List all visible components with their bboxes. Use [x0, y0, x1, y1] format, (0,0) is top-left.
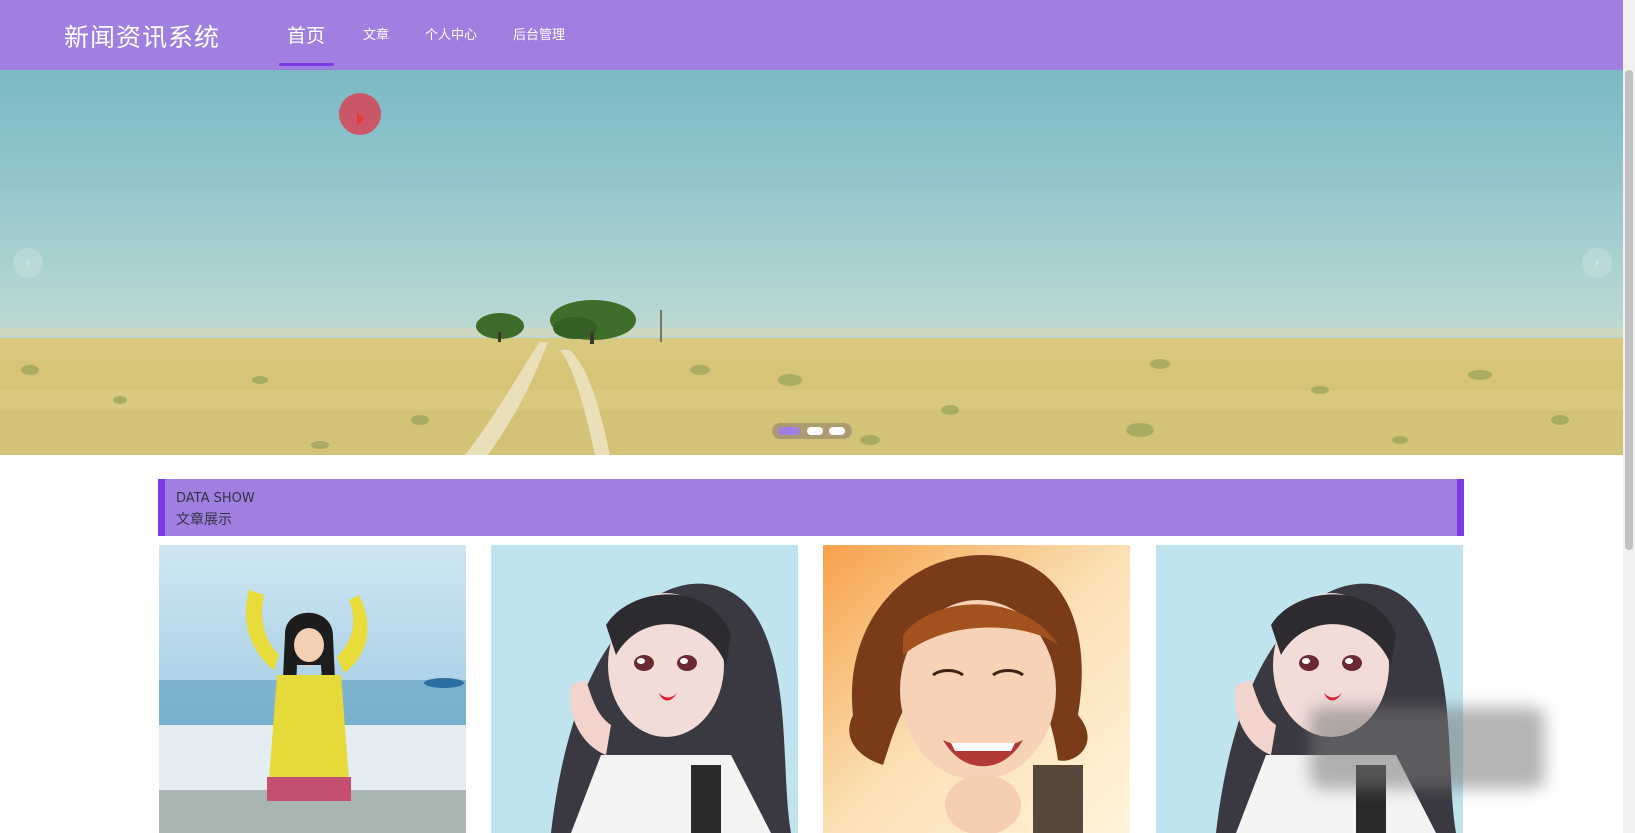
nav-home[interactable]: 首页 [287, 0, 325, 70]
article-image [823, 545, 1130, 833]
carousel-prev-button[interactable]: ‹ [13, 248, 43, 278]
article-card[interactable] [491, 545, 798, 833]
carousel-dot-2[interactable] [807, 427, 823, 435]
article-card[interactable] [1156, 545, 1463, 833]
site-logo[interactable]: 新闻资讯系统 [64, 18, 220, 54]
banner-carousel[interactable]: ‹ › [0, 70, 1625, 455]
carousel-indicator [772, 423, 852, 439]
blurred-watermark [1310, 707, 1545, 789]
article-card[interactable] [159, 545, 466, 833]
carousel-dot-3[interactable] [829, 427, 845, 435]
carousel-dot-1[interactable] [778, 427, 800, 435]
section-title-cn: 文章展示 [176, 512, 232, 528]
article-image [1156, 545, 1463, 833]
nav-user-center[interactable]: 个人中心 [425, 0, 477, 70]
carousel-image [0, 300, 1625, 455]
nav-active-indicator [279, 63, 334, 66]
section-header: DATA SHOW 文章展示 [158, 479, 1464, 536]
article-image [491, 545, 798, 833]
scrollbar-thumb[interactable] [1625, 70, 1633, 550]
carousel-next-button[interactable]: › [1582, 248, 1612, 278]
top-navbar: 新闻资讯系统 首页 文章 个人中心 后台管理 [0, 0, 1635, 70]
nav-articles[interactable]: 文章 [363, 0, 389, 70]
section-title-en: DATA SHOW [176, 491, 255, 506]
article-image [159, 545, 466, 833]
article-card[interactable] [823, 545, 1130, 833]
page-scrollbar[interactable] [1623, 0, 1635, 833]
cursor-icon [357, 112, 364, 126]
nav-admin[interactable]: 后台管理 [513, 0, 565, 70]
